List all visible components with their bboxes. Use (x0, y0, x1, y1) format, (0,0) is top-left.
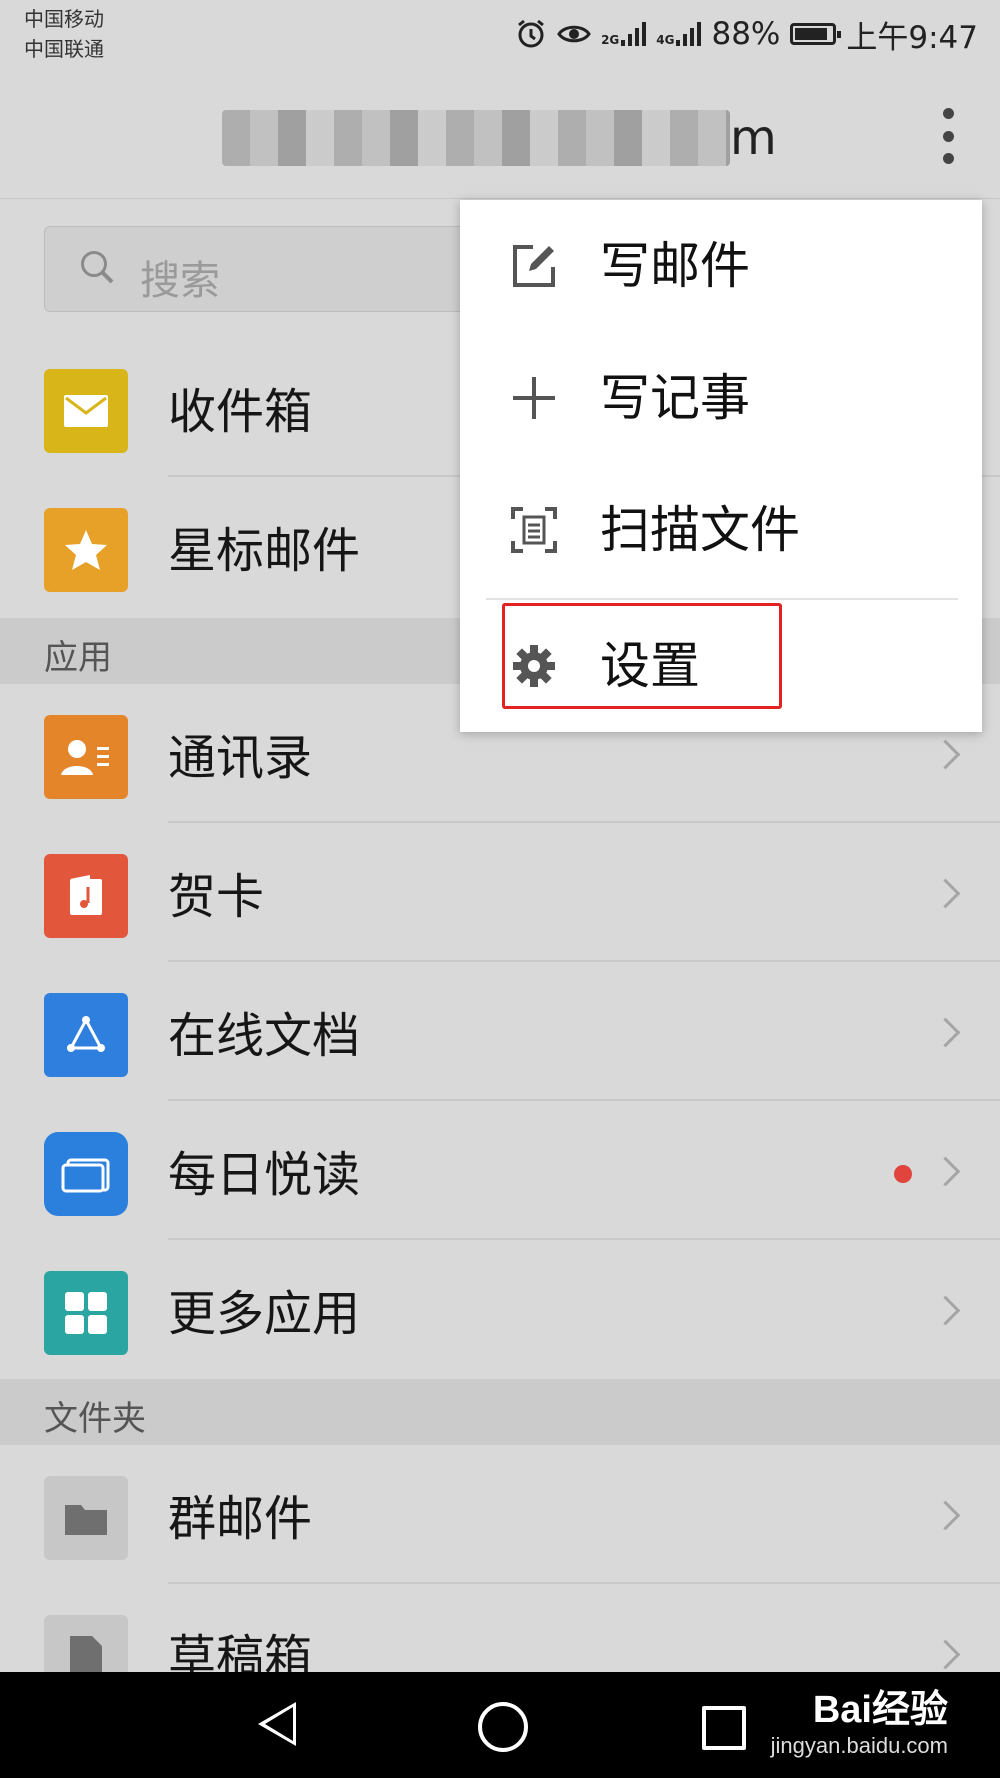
compose-icon (510, 242, 558, 290)
section-title: 应用 (44, 638, 112, 678)
system-navigation-bar: Bai经验 jingyan.baidu.com (0, 1672, 1000, 1778)
signal-2-icon: 4G (656, 22, 702, 47)
list-item-daily-reading[interactable]: 每日悦读 (0, 1101, 1000, 1240)
list-item-label: 在线文档 (168, 1008, 361, 1064)
list-item-label: 收件箱 (168, 384, 313, 440)
chevron-right-icon (930, 878, 961, 909)
folder-icon (44, 1476, 128, 1560)
menu-item-write-note[interactable]: 写记事 (460, 332, 982, 464)
contacts-icon (44, 715, 128, 799)
list-item-group-mail[interactable]: 群邮件 (0, 1445, 1000, 1584)
daily-reading-icon (44, 1132, 128, 1216)
account-suffix: m (730, 110, 777, 166)
signal-1-icon: 2G (601, 22, 647, 47)
chevron-right-icon (930, 1295, 961, 1326)
list-item-online-docs[interactable]: 在线文档 (0, 962, 1000, 1101)
chevron-right-icon (930, 1156, 961, 1187)
more-apps-icon (44, 1271, 128, 1355)
network-type-2: 4G (656, 33, 675, 47)
list-item-label: 群邮件 (168, 1491, 313, 1547)
menu-item-compose[interactable]: 写邮件 (460, 200, 982, 332)
home-icon[interactable] (478, 1702, 528, 1752)
clock: 上午9:47 (846, 19, 978, 56)
unread-dot (894, 1165, 912, 1183)
search-icon (81, 251, 107, 277)
list-item-label: 更多应用 (168, 1286, 361, 1342)
list-item-label: 星标邮件 (168, 523, 361, 579)
list-item-label: 贺卡 (168, 869, 265, 925)
star-icon (44, 508, 128, 592)
back-icon[interactable] (258, 1702, 296, 1746)
battery-icon (790, 23, 842, 45)
more-vertical-icon[interactable] (936, 108, 960, 164)
status-bar: 中国移动 中国联通 2G 4G 88% 上午9:47 (0, 0, 1000, 70)
chevron-right-icon (930, 739, 961, 770)
menu-item-label: 扫描文件 (600, 501, 800, 559)
eye-comfort-icon (557, 25, 591, 43)
blurred-account-name (222, 110, 730, 166)
baidu-watermark: Bai经验 jingyan.baidu.com (771, 1678, 948, 1759)
plus-icon (510, 374, 558, 422)
settings-highlight-box (502, 603, 782, 709)
menu-item-label: 写记事 (600, 369, 750, 427)
list-item-more-apps[interactable]: 更多应用 (0, 1240, 1000, 1379)
list-item-label: 通讯录 (168, 730, 313, 786)
mail-icon (44, 369, 128, 453)
list-item-greeting-card[interactable]: 贺卡 (0, 823, 1000, 962)
chevron-right-icon (930, 1500, 961, 1531)
list-item-label: 每日悦读 (168, 1147, 361, 1203)
app-header: m (0, 70, 1000, 199)
watermark-sub: jingyan.baidu.com (770, 1733, 948, 1758)
scan-icon (510, 506, 558, 554)
network-type-1: 2G (601, 33, 620, 47)
recent-apps-icon[interactable] (702, 1706, 746, 1750)
menu-item-label: 写邮件 (600, 237, 750, 295)
account-title[interactable]: m (222, 110, 777, 166)
carrier-2: 中国联通 (24, 37, 104, 61)
carrier-1: 中国移动 (24, 7, 104, 31)
search-placeholder: 搜索 (140, 258, 220, 304)
section-title: 文件夹 (44, 1399, 146, 1439)
alarm-icon (518, 19, 544, 48)
menu-item-scan[interactable]: 扫描文件 (460, 464, 982, 596)
watermark-main: Bai经验 (812, 1689, 948, 1731)
greeting-card-icon (44, 854, 128, 938)
chevron-right-icon (930, 1017, 961, 1048)
chevron-right-icon (930, 1639, 961, 1670)
online-doc-icon (44, 993, 128, 1077)
section-header-folders: 文件夹 (0, 1379, 1000, 1445)
battery-percent: 88% (711, 16, 781, 52)
